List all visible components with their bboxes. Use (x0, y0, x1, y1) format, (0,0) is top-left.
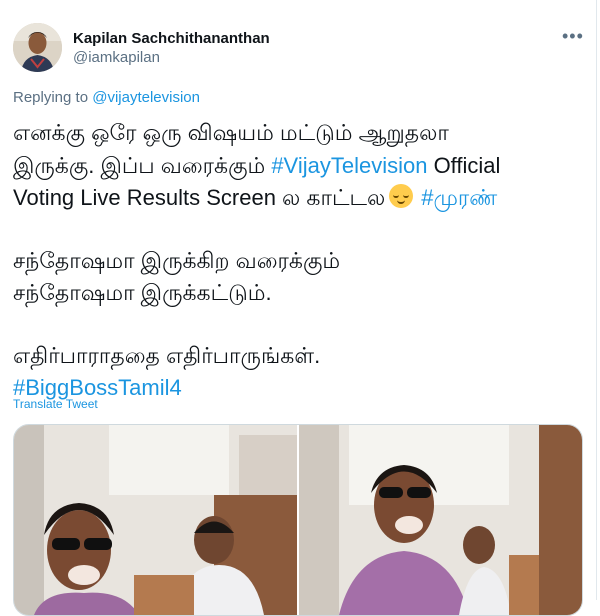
reply-mention-link[interactable]: @vijaytelevision (92, 89, 200, 106)
tweet-line: சந்தோஷமா இருக்கிற வரைக்கும் (13, 245, 583, 278)
tweet-text-segment: Official (427, 152, 501, 178)
media-photo-left[interactable] (14, 425, 297, 615)
photo-right-image (299, 425, 582, 615)
tweet-text-segment: இருக்கு. இப்ப வரைக்கும் (13, 152, 272, 178)
translate-tweet-link[interactable]: Translate Tweet (13, 397, 98, 411)
relieved-face-emoji (389, 184, 414, 208)
author-handle[interactable]: @iamkapilan (73, 49, 160, 66)
tweet-line: எனக்கு ஒரே ஒரு விஷயம் மட்டும் ஆறுதலா (13, 117, 583, 150)
media-photo-right[interactable] (299, 425, 582, 615)
tweet-media[interactable] (13, 424, 583, 616)
tweet-text-segment: Voting Live Results Screen ல காட்டல (13, 185, 386, 210)
tweet-line: சந்தோஷமா இருக்கட்டும். (13, 277, 583, 310)
avatar-image (13, 23, 62, 72)
timeline-border (596, 0, 597, 600)
tweet-text-segment: எனக்கு ஒரே ஒரு விஷயம் மட்டும் ஆறுதலா (13, 120, 449, 145)
tweet-line: #BiggBossTamil4 (13, 372, 583, 405)
photo-left-image (14, 425, 297, 615)
avatar[interactable] (13, 23, 62, 72)
replying-to: Replying to @vijaytelevision (13, 89, 200, 106)
replying-to-label: Replying to (13, 89, 89, 106)
tweet-line: இருக்கு. இப்ப வரைக்கும் #VijayTelevision… (13, 150, 583, 183)
hashtag-vijaytelevision[interactable]: #VijayTelevision (271, 153, 427, 178)
tweet-text-segment: சந்தோஷமா இருக்கட்டும். (13, 280, 272, 305)
tweet: Kapilan Sachchithananthan @iamkapilan ••… (0, 0, 600, 616)
tweet-text-segment: எதிர்பாராததை எதிர்பாருங்கள். (13, 342, 321, 368)
tweet-text: எனக்கு ஒரே ஒரு விஷயம் மட்டும் ஆறுதலா இரு… (13, 117, 583, 405)
hashtag-muran[interactable]: #முரண் (421, 185, 497, 210)
more-dots-icon[interactable]: ••• (562, 26, 584, 47)
tweet-line: Voting Live Results Screen ல காட்டல #முரண… (13, 182, 583, 215)
tweet-line: எதிர்பாராததை எதிர்பாருங்கள். (13, 340, 583, 373)
author-name[interactable]: Kapilan Sachchithananthan (73, 30, 270, 47)
tweet-text-segment: சந்தோஷமா இருக்கிற வரைக்கும் (13, 247, 341, 273)
